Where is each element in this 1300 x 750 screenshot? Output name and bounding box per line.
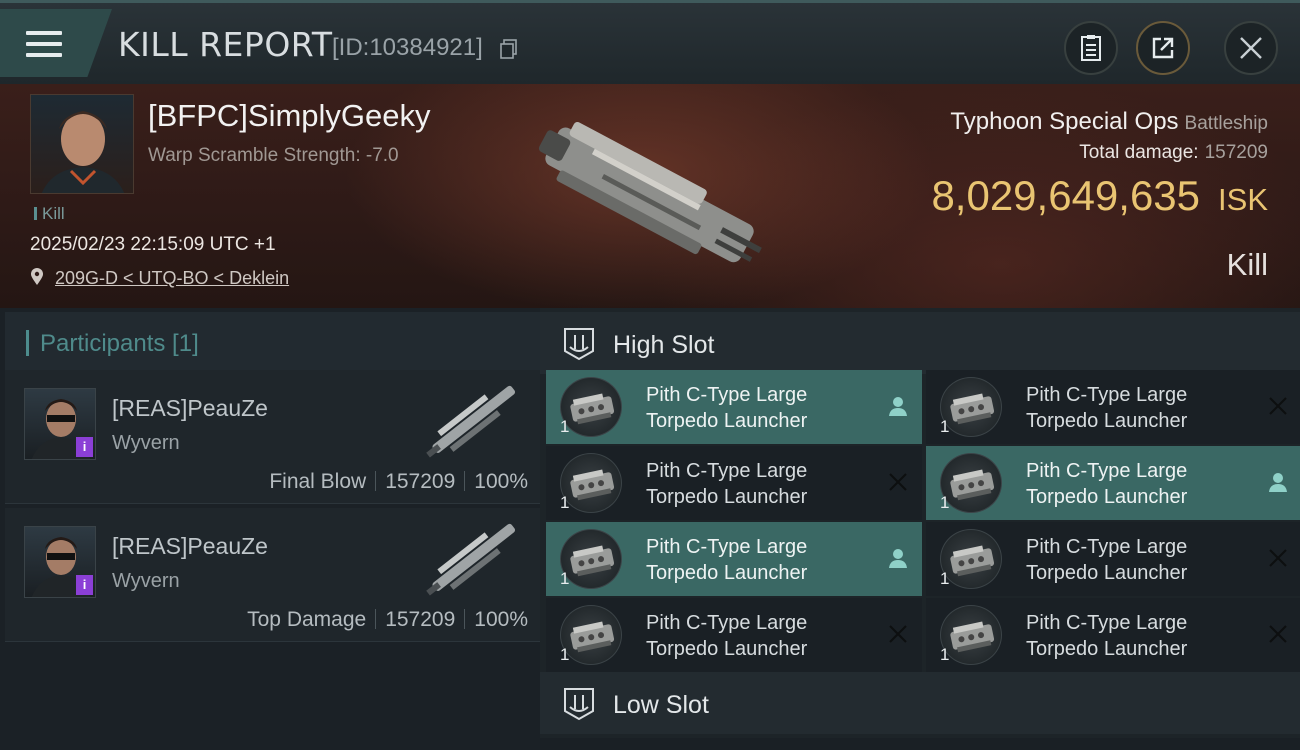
module-name: Pith C-Type Large Torpedo Launcher — [646, 384, 808, 432]
info-badge: i — [76, 575, 93, 595]
module-quantity: 1 — [940, 645, 950, 664]
copy-icon[interactable] — [500, 39, 518, 59]
participants-panel: Participants [1] i [REAS]PeauZe Wyvern F… — [0, 308, 540, 750]
module-quantity: 1 — [560, 569, 570, 588]
destroyed-x-icon — [1269, 625, 1287, 643]
hamburger-icon — [26, 31, 62, 57]
module-name: Pith C-Type Large Torpedo Launcher — [646, 460, 808, 508]
module-name: Pith C-Type Large Torpedo Launcher — [646, 536, 808, 584]
dropped-person-icon — [889, 397, 907, 416]
page-title: KILL REPORT — [118, 25, 333, 64]
clipboard-button[interactable] — [1064, 21, 1118, 75]
high-slot-header: High Slot — [540, 312, 1300, 374]
module-tile[interactable]: 1 Pith C-Type Large Torpedo Launcher — [926, 522, 1300, 596]
report-id: [ID:10384921] — [332, 34, 483, 61]
participants-header: Participants [1] — [5, 312, 540, 370]
isk-value: 8,029,649,635 ISK — [931, 172, 1268, 219]
total-damage: Total damage: 157209 — [1079, 142, 1268, 163]
module-name: Pith C-Type Large Torpedo Launcher — [646, 612, 808, 660]
module-name: Pith C-Type Large Torpedo Launcher — [1026, 460, 1188, 508]
close-icon — [1240, 37, 1262, 59]
module-tile[interactable]: 1 Pith C-Type Large Torpedo Launcher — [546, 446, 922, 520]
dropped-person-icon — [1269, 473, 1287, 492]
module-name: Pith C-Type Large Torpedo Launcher — [1026, 612, 1188, 660]
participant-row[interactable]: i [REAS]PeauZe Wyvern Top Damage 157209 10… — [5, 508, 540, 642]
module-name: Pith C-Type Large Torpedo Launcher — [1026, 384, 1188, 432]
module-quantity: 1 — [560, 417, 570, 436]
clipboard-icon — [1081, 35, 1101, 61]
destroyed-x-icon — [1269, 549, 1287, 567]
destroyed-x-icon — [889, 473, 907, 491]
victim-ship-name: Typhoon Special Ops Battleship — [950, 108, 1268, 135]
participant-ship-image — [426, 523, 516, 596]
module-name: Pith C-Type Large Torpedo Launcher — [1026, 536, 1188, 584]
module-tile[interactable]: 1 Pith C-Type Large Torpedo Launcher — [926, 598, 1300, 672]
close-button[interactable] — [1224, 21, 1278, 75]
kill-tag: Kill — [34, 204, 65, 224]
share-icon — [1152, 37, 1174, 59]
result-label: Kill — [1226, 247, 1268, 282]
info-badge: i — [76, 437, 93, 457]
participant-avatar[interactable]: i — [24, 526, 96, 598]
module-tile[interactable]: 1 Pith C-Type Large Torpedo Launcher — [546, 522, 922, 596]
participant-ship: Wyvern — [112, 570, 180, 592]
dropped-person-icon — [889, 549, 907, 568]
low-slot-icon — [564, 688, 594, 721]
location-link[interactable]: 209G-D < UTQ-BO < Deklein — [55, 268, 289, 288]
module-quantity: 1 — [940, 493, 950, 512]
participant-row[interactable]: i [REAS]PeauZe Wyvern Final Blow 157209 10… — [5, 370, 540, 504]
module-tile[interactable]: 1 Pith C-Type Large Torpedo Launcher — [546, 598, 922, 672]
share-button[interactable] — [1136, 21, 1190, 75]
participant-stats: Top Damage 157209 100% — [247, 608, 528, 631]
destroyed-x-icon — [1269, 397, 1287, 415]
module-quantity: 1 — [560, 493, 570, 512]
participant-ship-image — [426, 385, 516, 458]
warp-scramble-strength: Warp Scramble Strength: -7.0 — [148, 145, 399, 166]
module-tile[interactable]: 1 Pith C-Type Large Torpedo Launcher — [926, 370, 1300, 444]
menu-button[interactable] — [0, 9, 112, 77]
high-slot-icon — [564, 328, 594, 361]
participant-avatar[interactable]: i — [24, 388, 96, 460]
module-tile[interactable]: 1 Pith C-Type Large Torpedo Launcher — [926, 446, 1300, 520]
destroyed-x-icon — [889, 625, 907, 643]
victim-summary: [BFPC]SimplyGeeky Warp Scramble Strength… — [0, 84, 1300, 308]
victim-ship-image — [538, 121, 762, 263]
victim-name[interactable]: [BFPC]SimplyGeeky — [148, 98, 431, 134]
kill-datetime: 2025/02/23 22:15:09 UTC +1 — [30, 234, 276, 255]
module-quantity: 1 — [940, 569, 950, 588]
low-slot-header: Low Slot — [540, 672, 1300, 734]
kill-location[interactable]: 209G-D < UTQ-BO < Deklein — [30, 268, 289, 289]
victim-avatar[interactable] — [30, 94, 134, 194]
module-quantity: 1 — [560, 645, 570, 664]
header-bar: KILL REPORT [ID:10384921] — [0, 0, 1300, 84]
participant-ship: Wyvern — [112, 432, 180, 454]
participant-name: [REAS]PeauZe — [112, 395, 268, 421]
participant-name: [REAS]PeauZe — [112, 533, 268, 559]
module-quantity: 1 — [940, 417, 950, 436]
participant-stats: Final Blow 157209 100% — [269, 470, 528, 493]
low-slot-list-peek — [540, 738, 1300, 750]
fitting-panel: High Slot 1 Pith C-Type Large Torpedo Laun… — [540, 308, 1300, 750]
module-tile[interactable]: 1 Pith C-Type Large Torpedo Launcher — [546, 370, 922, 444]
location-pin-icon — [31, 268, 43, 285]
